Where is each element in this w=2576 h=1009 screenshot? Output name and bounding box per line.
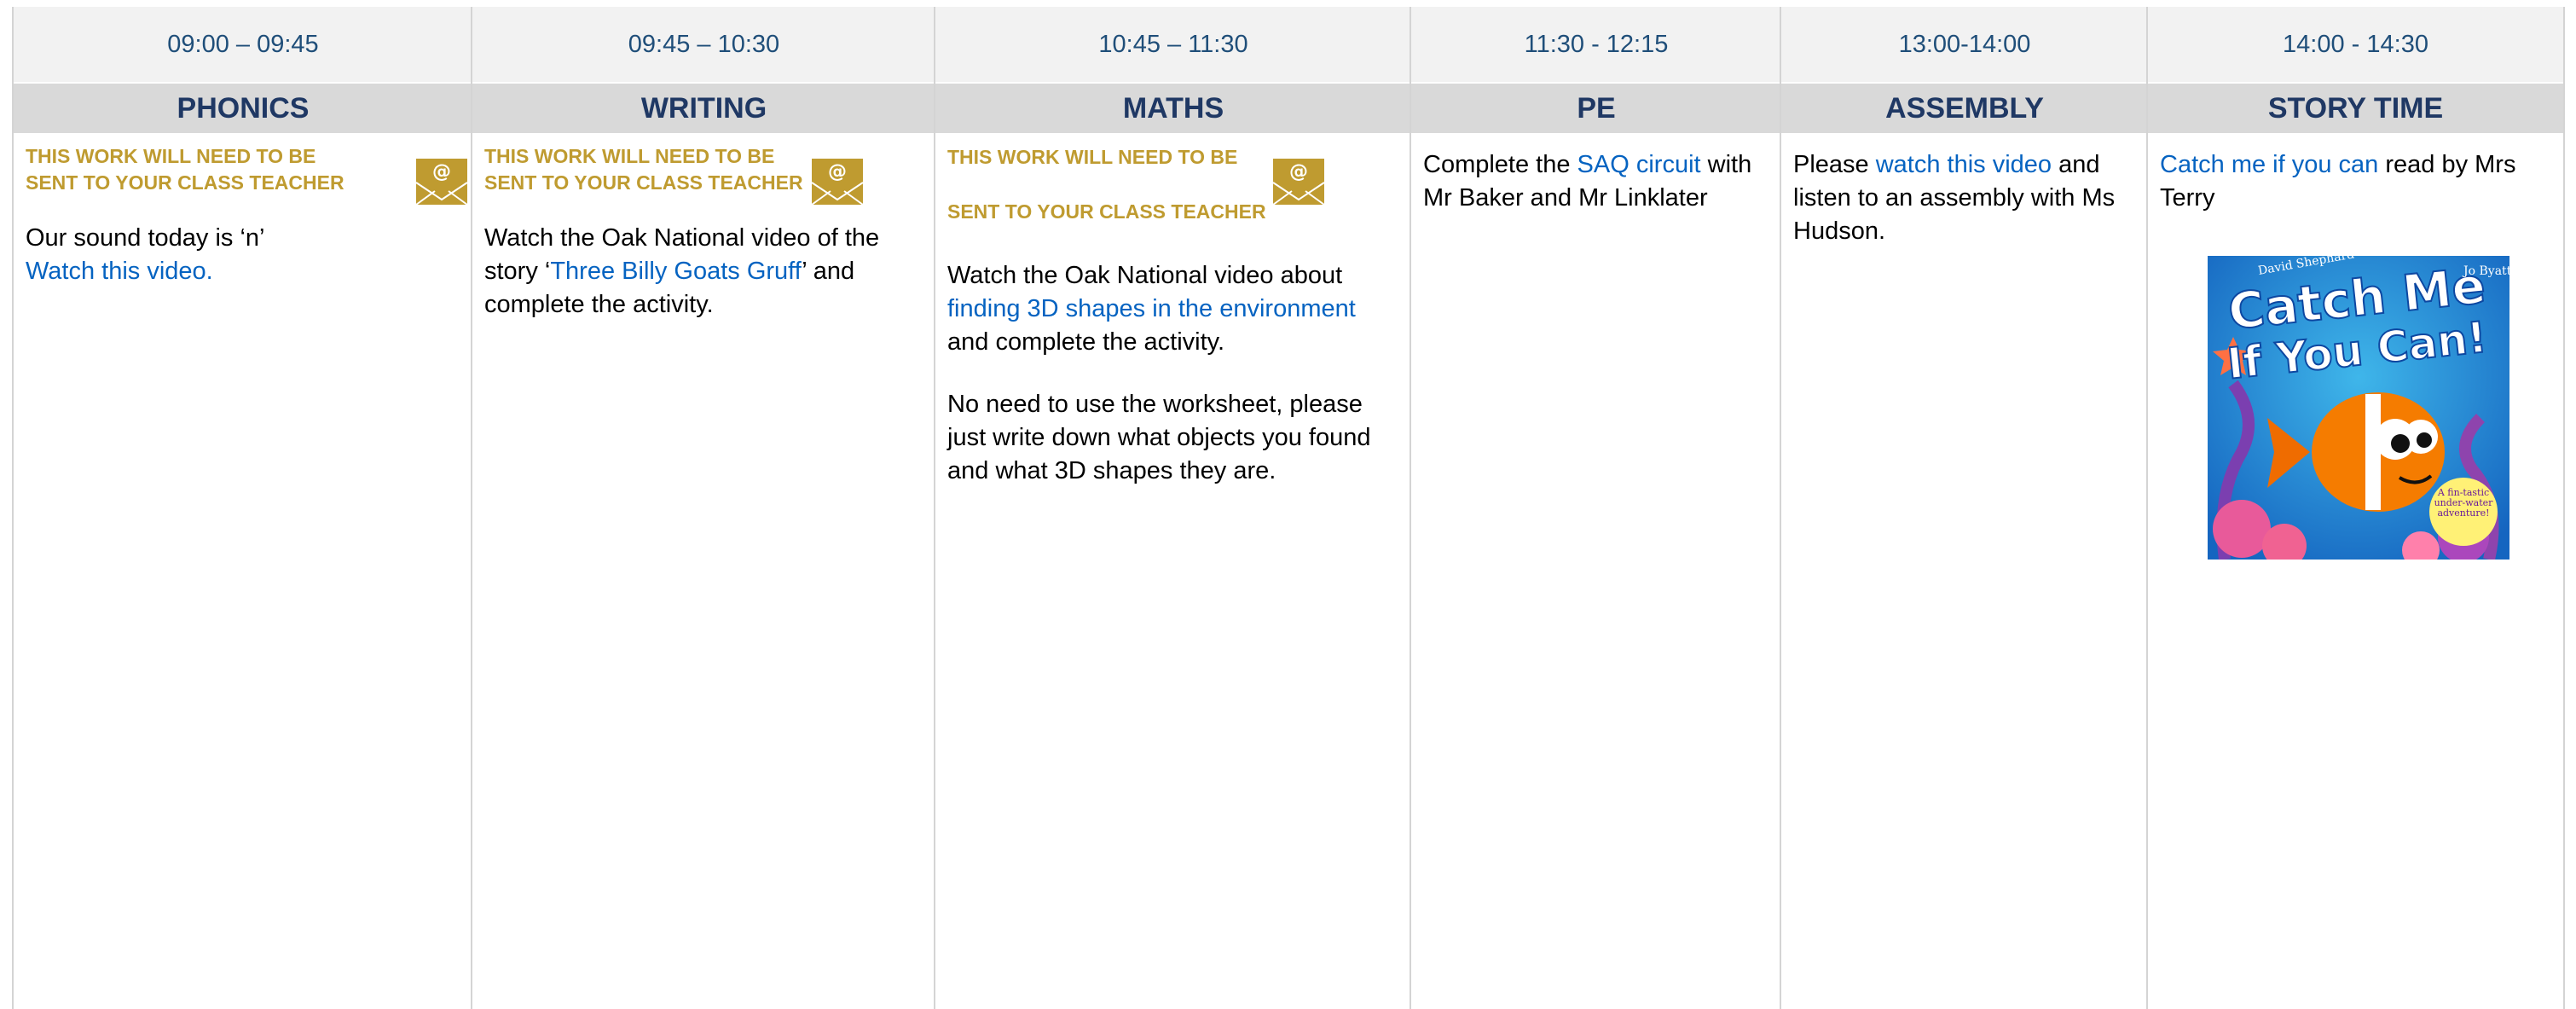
assembly-instructions: Please watch this video and listen to an… [1793,148,2136,248]
column-assembly: 13:00-14:00 ASSEMBLY Please watch this v… [1780,7,2148,1009]
column-pe: 11:30 - 12:15 PE Complete the SAQ circui… [1410,7,1781,1009]
email-envelope-icon: @ [1272,159,1325,206]
column-writing: 09:45 – 10:30 WRITING THIS WORK WILL NEE… [471,7,935,1009]
subject-heading: WRITING [472,84,935,133]
send-to-teacher-notice: THIS WORK WILL NEED TO BE SENT TO YOUR C… [26,145,344,194]
maths-instructions: Watch the Oak National video about findi… [947,259,1399,359]
story-instructions: Catch me if you can read by Mrs Terry [2160,148,2551,215]
timetable: 09:00 – 09:45 PHONICS THIS WORK WILL NEE… [12,7,2565,1009]
writing-instructions: Watch the Oak National video of the stor… [484,222,923,322]
watch-this-video-link[interactable]: watch this video [1876,151,2052,178]
subject-heading: MATHS [935,84,1411,133]
notice-line: SENT TO YOUR CLASS TEACHER [947,200,1266,223]
time-slot: 09:45 – 10:30 [472,7,935,82]
instruction-text: Please [1793,151,1876,178]
column-maths: 10:45 – 11:30 MATHS THIS WORK WILL NEED … [934,7,1411,1009]
subject-heading: ASSEMBLY [1781,84,2148,133]
saq-circuit-link[interactable]: SAQ circuit [1577,151,1701,178]
maths-worksheet-note: No need to use the worksheet, please jus… [947,391,1371,484]
book-cover-image[interactable]: Catch Me If You Can! David Shephard Jo B… [2208,256,2509,560]
phonics-sound-text: Our sound today is ‘n’ [26,224,265,252]
email-envelope-icon: @ [415,159,468,206]
column-story-time: 14:00 - 14:30 STORY TIME Catch me if you… [2146,7,2565,1009]
book-tagline: A fin-tastic under-water adventure! [2434,488,2493,519]
catch-me-if-you-can-link[interactable]: Catch me if you can [2160,151,2378,178]
column-body: THIS WORK WILL NEED TO BE SENT TO YOUR C… [484,143,923,322]
column-phonics: 09:00 – 09:45 PHONICS THIS WORK WILL NEE… [12,7,472,1009]
email-envelope-icon: @ [811,159,864,206]
time-slot: 13:00-14:00 [1781,7,2148,82]
svg-text:@: @ [1289,161,1308,183]
svg-text:@: @ [828,161,847,183]
time-slot: 14:00 - 14:30 [2148,7,2563,82]
time-slot: 09:00 – 09:45 [14,7,472,82]
three-billy-goats-gruff-link[interactable]: Three Billy Goats Gruff [550,258,802,285]
column-body: THIS WORK WILL NEED TO BE SENT TO YOUR C… [26,143,468,288]
time-slot: 10:45 – 11:30 [935,7,1411,82]
column-body: Please watch this video and listen to an… [1793,148,2136,248]
column-body: Catch me if you can read by Mrs Terry [2160,148,2551,215]
subject-heading: PE [1411,84,1781,133]
timetable-page: 09:00 – 09:45 PHONICS THIS WORK WILL NEE… [0,0,2576,1009]
send-to-teacher-notice: THIS WORK WILL NEED TO BE SENT TO YOUR C… [484,145,803,194]
send-to-teacher-notice: THIS WORK WILL NEED TO BE SENT TO YOUR C… [947,130,1305,239]
column-body: THIS WORK WILL NEED TO BE SENT TO YOUR C… [947,143,1399,517]
subject-heading: STORY TIME [2148,84,2563,133]
instruction-text: Complete the [1423,151,1577,178]
finding-3d-shapes-link[interactable]: finding 3D shapes in the environment [947,295,1356,322]
phonics-video-link[interactable]: Watch this video. [26,255,460,288]
instruction-text: and complete the activity. [947,328,1225,356]
instruction-text: Watch the Oak National video about [947,262,1343,289]
notice-line: THIS WORK WILL NEED TO BE [947,146,1238,168]
subject-heading: PHONICS [14,84,472,133]
pe-instructions: Complete the SAQ circuit with Mr Baker a… [1423,148,1769,215]
time-slot: 11:30 - 12:15 [1411,7,1781,82]
column-body: Complete the SAQ circuit with Mr Baker a… [1423,148,1769,215]
svg-text:@: @ [432,161,451,183]
book-illustrator: Jo Byatt [2462,264,2509,278]
